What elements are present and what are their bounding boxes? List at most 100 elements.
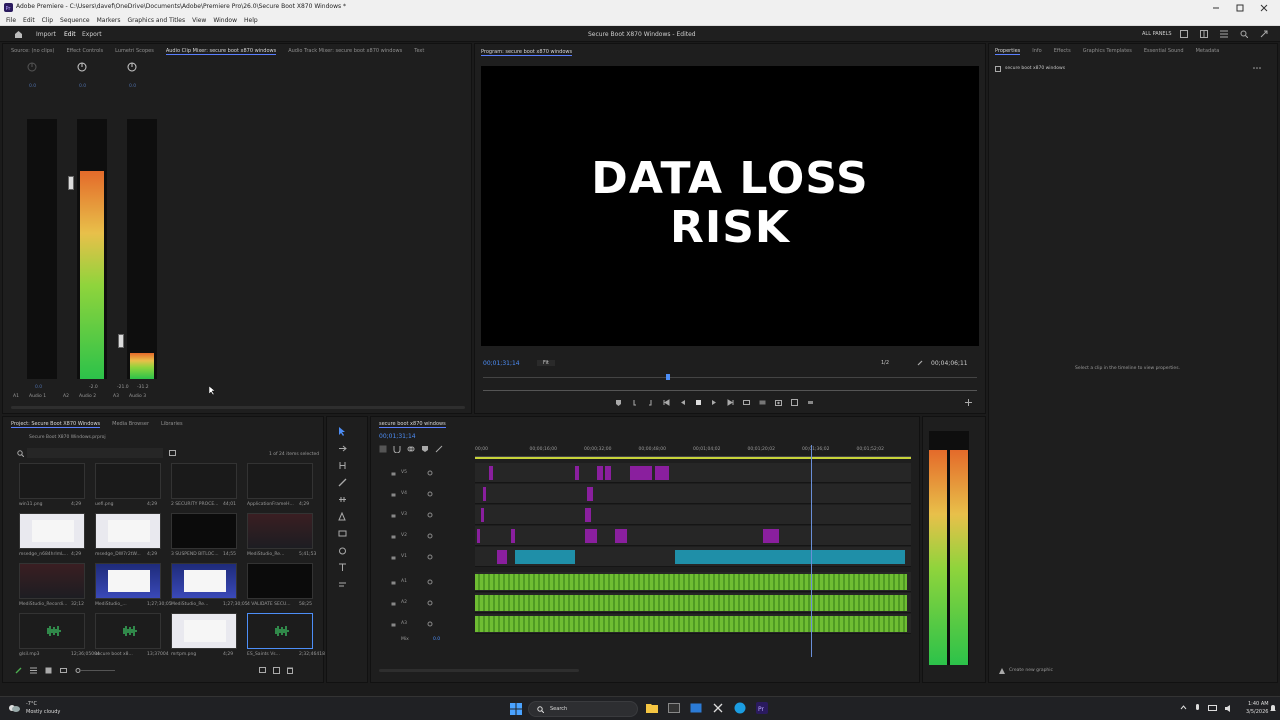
- selection-tool-icon[interactable]: [338, 427, 347, 436]
- lock-track-icon[interactable]: [391, 600, 396, 606]
- channel-3-fader[interactable]: [118, 334, 124, 348]
- pan-knob-icon[interactable]: [127, 62, 137, 72]
- terminal-icon[interactable]: [668, 702, 680, 714]
- video-clip[interactable]: [481, 508, 484, 522]
- trash-icon[interactable]: [287, 667, 293, 674]
- zoom-slider-icon[interactable]: [75, 667, 115, 674]
- tab-source[interactable]: Source: (no clips): [11, 48, 54, 55]
- menu-graphics[interactable]: Graphics and Titles: [128, 17, 186, 24]
- premiere-app-icon[interactable]: Pr: [756, 702, 768, 714]
- video-clip[interactable]: [763, 529, 779, 543]
- video-clip[interactable]: [497, 550, 507, 564]
- tab-media-browser[interactable]: Media Browser: [112, 421, 149, 428]
- tab-graphics-templates[interactable]: Graphics Templates: [1083, 48, 1132, 55]
- pan-knob-icon[interactable]: [27, 62, 37, 72]
- work-area-bar[interactable]: [475, 457, 911, 459]
- lock-track-icon[interactable]: [391, 579, 396, 585]
- video-clip[interactable]: [655, 466, 669, 480]
- tab-info[interactable]: Info: [1032, 48, 1041, 55]
- video-clip[interactable]: [489, 466, 493, 480]
- lock-track-icon[interactable]: [391, 554, 396, 560]
- timeline-ruler[interactable]: 00;00 00;00;16;00 00;00;32;00 00;00;48;00 00…: [475, 445, 911, 457]
- panel-icon[interactable]: [1200, 30, 1208, 38]
- lock-track-icon[interactable]: [391, 470, 396, 476]
- stop-icon[interactable]: [695, 399, 702, 406]
- video-track-row[interactable]: [475, 463, 911, 483]
- project-item-thumbnail[interactable]: [95, 513, 161, 549]
- video-track-row[interactable]: [475, 505, 911, 525]
- project-item-thumbnail[interactable]: [171, 613, 237, 649]
- slip-tool-icon[interactable]: [338, 495, 347, 504]
- tab-edit[interactable]: Edit: [64, 31, 76, 38]
- mixer-scrollbar[interactable]: [11, 406, 465, 409]
- go-to-in-icon[interactable]: [663, 399, 670, 406]
- video-clip[interactable]: [585, 529, 597, 543]
- maximize-icon[interactable]: [1236, 4, 1244, 12]
- new-item-icon[interactable]: [273, 667, 280, 674]
- weather-icon[interactable]: [8, 703, 20, 713]
- razor-tool-icon[interactable]: [338, 478, 347, 487]
- lock-track-icon[interactable]: [391, 621, 396, 627]
- project-search-input[interactable]: [27, 448, 163, 458]
- menu-view[interactable]: View: [192, 17, 206, 24]
- menu-markers[interactable]: Markers: [97, 17, 121, 24]
- ripple-edit-icon[interactable]: [338, 461, 347, 470]
- audio-clip[interactable]: [475, 616, 907, 632]
- project-item-thumbnail[interactable]: [247, 513, 313, 549]
- video-clip[interactable]: [630, 466, 652, 480]
- menu-edit[interactable]: Edit: [23, 17, 35, 24]
- hand-tool-icon[interactable]: [338, 546, 347, 555]
- new-graphic-icon[interactable]: [999, 668, 1005, 674]
- tab-effect-controls[interactable]: Effect Controls: [66, 48, 103, 55]
- channel-2-fader[interactable]: [68, 176, 74, 190]
- project-item-thumbnail[interactable]: [171, 513, 237, 549]
- snipping-tool-icon[interactable]: [712, 702, 724, 714]
- tab-metadata[interactable]: Metadata: [1196, 48, 1220, 55]
- add-marker-icon[interactable]: [615, 399, 622, 406]
- project-item-thumbnail[interactable]: [19, 563, 85, 599]
- audio-clip[interactable]: [475, 574, 907, 590]
- menu-icon[interactable]: [1220, 30, 1228, 38]
- menu-window[interactable]: Window: [213, 17, 237, 24]
- timeline-settings-icon[interactable]: [435, 445, 443, 453]
- menu-help[interactable]: Help: [244, 17, 258, 24]
- project-item-thumbnail[interactable]: [247, 613, 313, 649]
- video-clip[interactable]: [511, 529, 515, 543]
- video-clip[interactable]: [597, 466, 603, 480]
- lift-icon[interactable]: [807, 399, 814, 406]
- video-clip[interactable]: [575, 466, 579, 480]
- tab-lumetri-scopes[interactable]: Lumetri Scopes: [115, 48, 154, 55]
- video-track-row[interactable]: [475, 526, 911, 546]
- video-track-row[interactable]: [475, 484, 911, 504]
- create-new-graphic[interactable]: Create new graphic: [1009, 668, 1053, 673]
- notification-icon[interactable]: [1270, 705, 1276, 713]
- project-item-thumbnail[interactable]: [19, 463, 85, 499]
- tab-program[interactable]: Program: secure boot x870 windows: [481, 49, 573, 56]
- snap-icon[interactable]: [393, 445, 401, 453]
- chevron-up-icon[interactable]: [1180, 704, 1187, 713]
- video-clip[interactable]: [605, 466, 611, 480]
- tab-audio-track-mixer[interactable]: Audio Track Mixer: secure boot x870 wind…: [288, 48, 402, 55]
- zoom-bar[interactable]: [483, 390, 977, 391]
- menu-file[interactable]: File: [6, 17, 16, 24]
- list-view-icon[interactable]: [30, 667, 37, 674]
- wrench-icon[interactable]: [917, 359, 924, 366]
- search-icon[interactable]: [17, 450, 24, 457]
- eye-icon[interactable]: [427, 491, 433, 497]
- lock-track-icon[interactable]: [391, 533, 396, 539]
- mark-in-icon[interactable]: [631, 399, 638, 406]
- edge-browser-icon[interactable]: [734, 702, 746, 714]
- project-item-thumbnail[interactable]: [19, 613, 85, 649]
- video-clip[interactable]: [585, 508, 591, 522]
- pan-knob-icon[interactable]: [77, 62, 87, 72]
- file-explorer-icon[interactable]: [646, 702, 658, 714]
- pencil-icon[interactable]: [15, 667, 22, 674]
- video-clip[interactable]: [515, 550, 575, 564]
- tab-audio-clip-mixer[interactable]: Audio Clip Mixer: secure boot x870 windo…: [165, 48, 277, 55]
- tab-export[interactable]: Export: [82, 31, 102, 38]
- program-video[interactable]: DATA LOSS RISK: [481, 66, 979, 346]
- eye-icon[interactable]: [427, 512, 433, 518]
- all-panels-button[interactable]: ALL PANELS: [1142, 31, 1172, 37]
- volume-icon[interactable]: [1224, 704, 1233, 713]
- captions-tool-icon[interactable]: [338, 580, 347, 589]
